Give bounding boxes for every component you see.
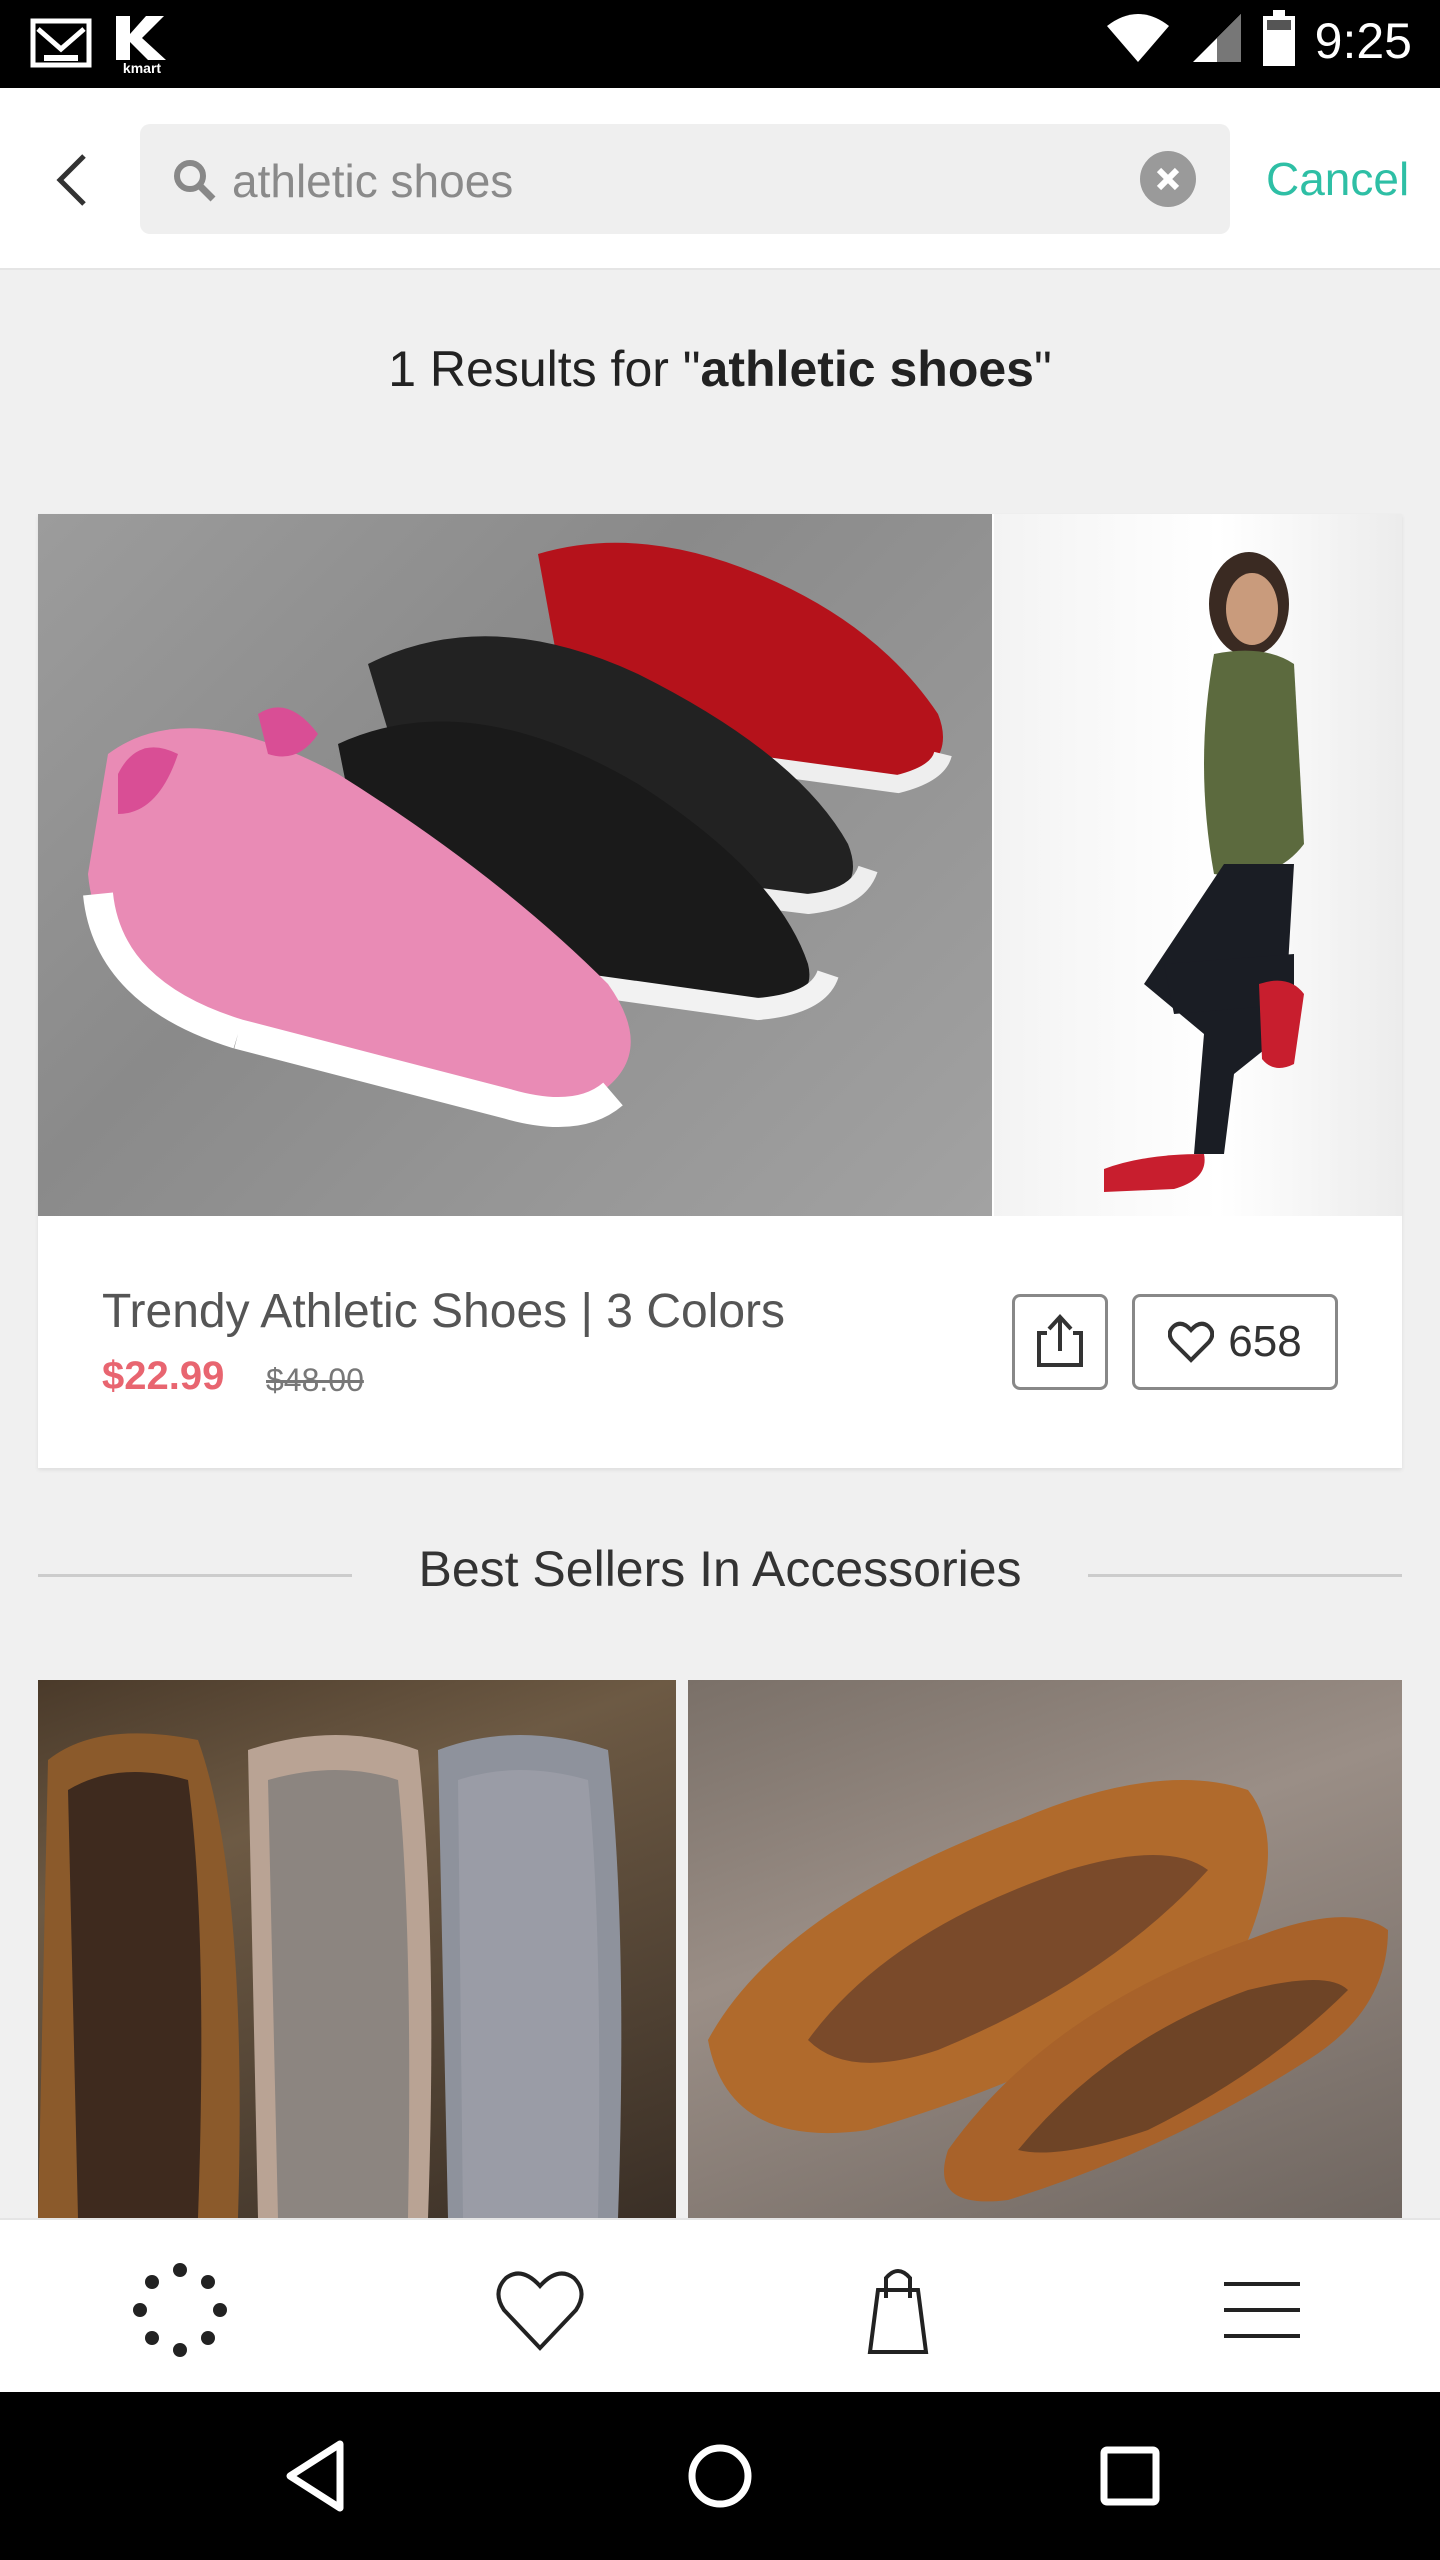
search-icon bbox=[170, 156, 218, 204]
product-name[interactable]: Trendy Athletic Shoes | 3 Colors bbox=[102, 1284, 785, 1339]
system-recents-button[interactable] bbox=[1090, 2436, 1170, 2521]
nav-menu[interactable] bbox=[1212, 2260, 1312, 2360]
nav-bag[interactable] bbox=[848, 2260, 948, 2360]
search-header: athletic shoes Cancel bbox=[0, 88, 1440, 270]
loading-dots-icon bbox=[133, 2263, 227, 2357]
product-card[interactable]: Trendy Athletic Shoes | 3 Colors $22.99 … bbox=[38, 514, 1402, 1468]
like-count: 658 bbox=[1228, 1317, 1302, 1366]
section-header: Best Sellers In Accessories bbox=[38, 1540, 1402, 1610]
bottom-navigation bbox=[0, 2218, 1440, 2392]
results-prefix: 1 Results for " bbox=[388, 341, 701, 397]
clock: 9:25 bbox=[1314, 12, 1412, 69]
shopping-bag-icon bbox=[867, 2269, 929, 2354]
signal-icon bbox=[1191, 12, 1243, 69]
nav-discover[interactable] bbox=[130, 2260, 230, 2360]
product-image-model[interactable] bbox=[994, 514, 1402, 1216]
gmail-icon bbox=[30, 15, 92, 76]
cancel-button[interactable]: Cancel bbox=[1266, 152, 1409, 206]
product-price: $22.99 bbox=[102, 1354, 225, 1398]
product-original-price: $48.00 bbox=[266, 1362, 364, 1398]
results-query: athletic shoes bbox=[700, 341, 1034, 397]
nav-favorites[interactable] bbox=[490, 2260, 590, 2360]
share-button[interactable] bbox=[1012, 1294, 1108, 1390]
like-button[interactable]: 658 bbox=[1132, 1294, 1338, 1390]
system-home-button[interactable] bbox=[680, 2436, 760, 2521]
system-navigation-bar bbox=[0, 2392, 1440, 2560]
kmart-label: kmart bbox=[122, 60, 162, 76]
results-count-title: 1 Results for "athletic shoes" bbox=[0, 340, 1440, 398]
clear-search-button[interactable] bbox=[1140, 151, 1196, 207]
kmart-icon: kmart bbox=[112, 14, 172, 76]
recents-square-icon bbox=[1100, 2446, 1160, 2506]
product-tile-suede-flats[interactable] bbox=[688, 1680, 1402, 2218]
search-query-text: athletic shoes bbox=[232, 155, 514, 207]
close-icon bbox=[1156, 167, 1180, 191]
back-triangle-icon bbox=[286, 2440, 344, 2512]
menu-icon bbox=[1224, 2282, 1300, 2338]
section-title: Best Sellers In Accessories bbox=[418, 1541, 1022, 1597]
chevron-left-icon bbox=[56, 154, 86, 206]
back-button[interactable] bbox=[42, 150, 102, 210]
battery-icon bbox=[1262, 10, 1295, 71]
system-back-button[interactable] bbox=[280, 2436, 350, 2521]
search-input[interactable]: athletic shoes bbox=[140, 124, 1230, 234]
share-icon bbox=[1037, 1314, 1083, 1367]
home-circle-icon bbox=[688, 2444, 752, 2508]
product-tile-flats[interactable] bbox=[38, 1680, 676, 2218]
results-suffix: " bbox=[1034, 341, 1052, 397]
heart-outline-icon bbox=[1168, 1321, 1215, 1363]
heart-icon bbox=[496, 2271, 584, 2351]
wifi-icon bbox=[1105, 12, 1171, 69]
product-image-sneakers[interactable] bbox=[38, 514, 992, 1216]
divider bbox=[1088, 1574, 1402, 1577]
status-bar: kmart 9:25 bbox=[0, 0, 1440, 88]
